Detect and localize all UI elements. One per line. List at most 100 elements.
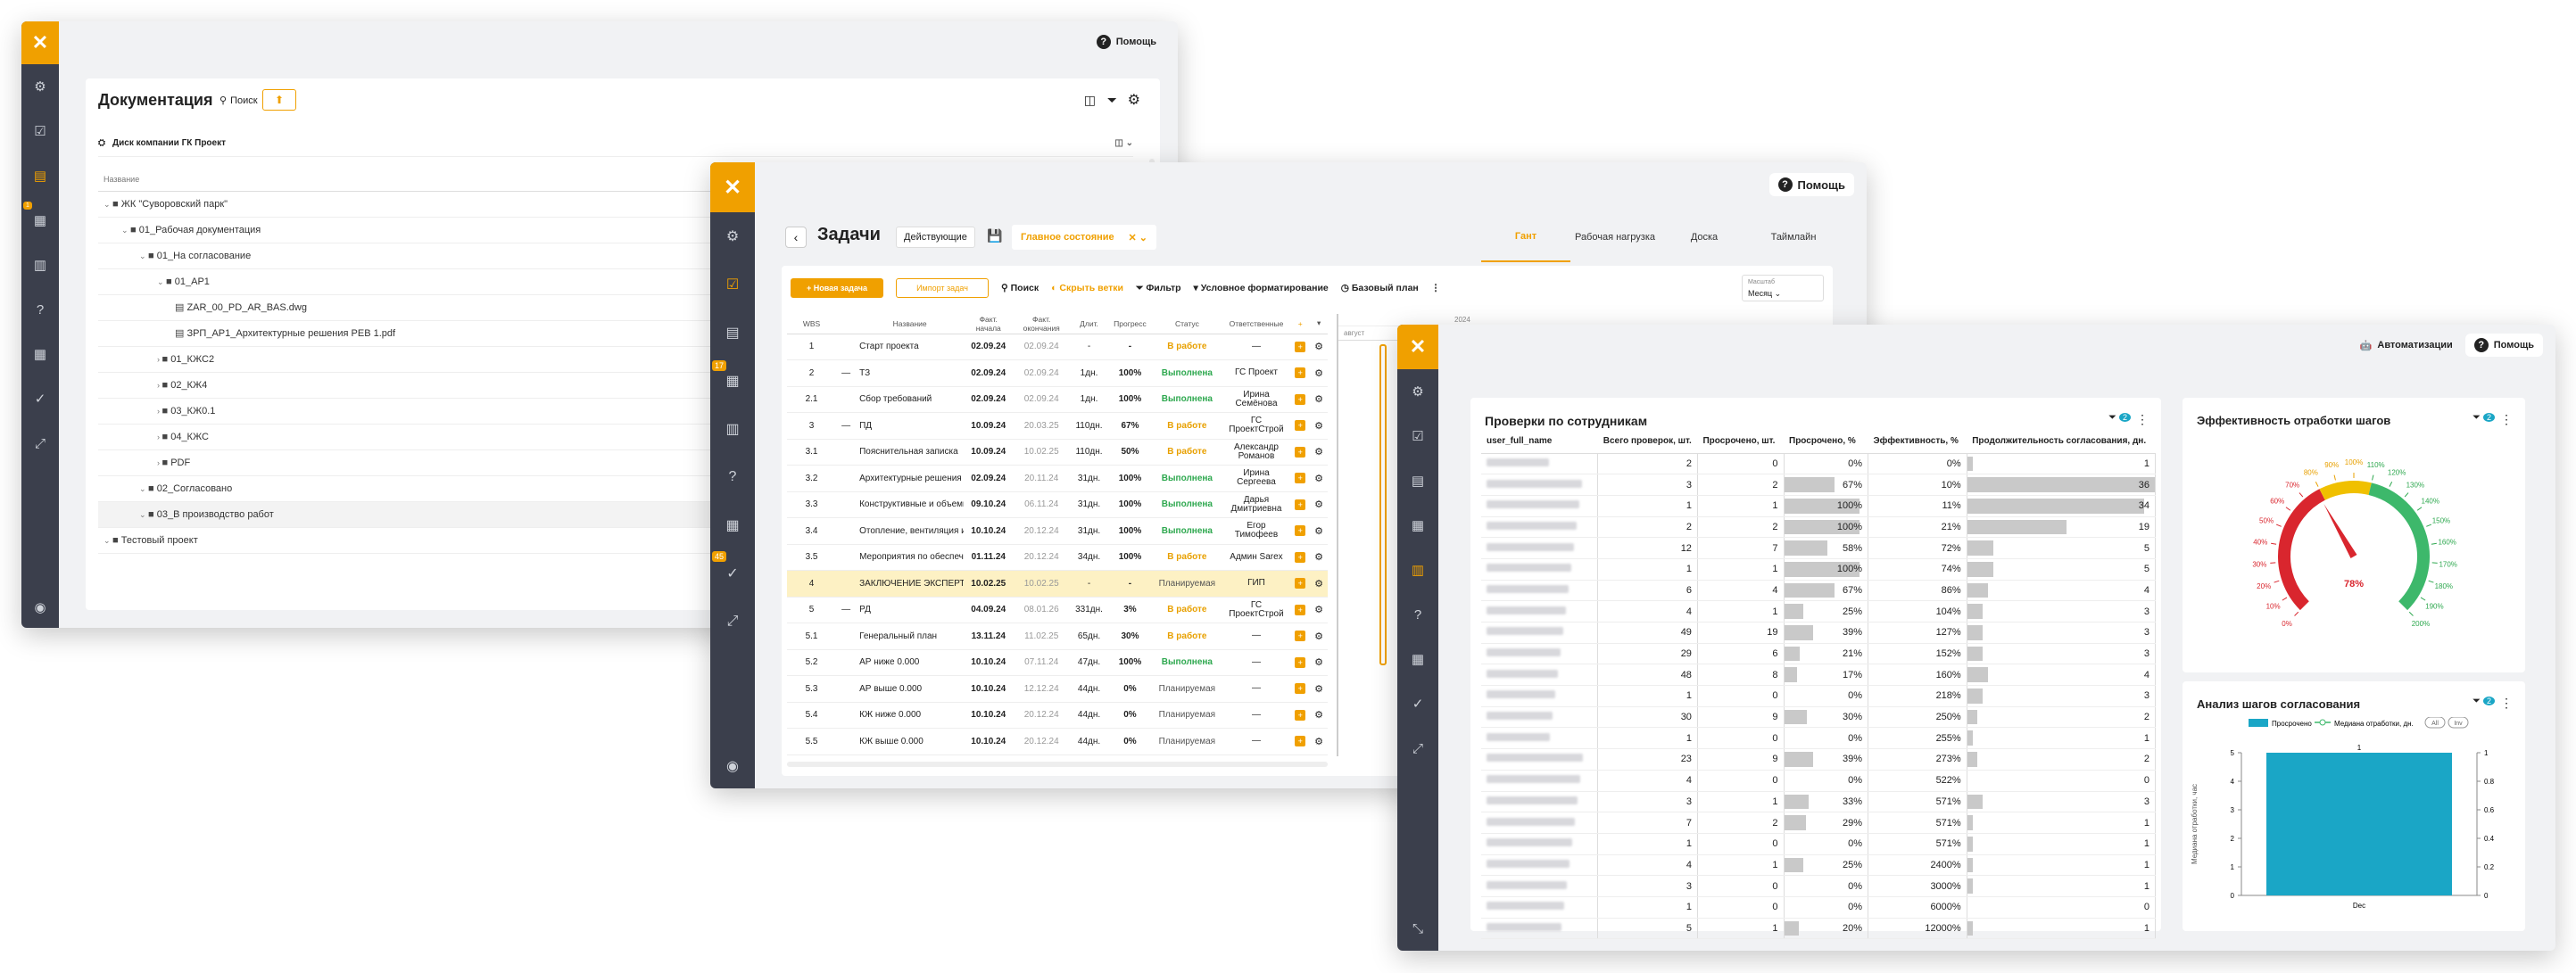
filter-button[interactable]: ⏷ Фильтр bbox=[1136, 283, 1181, 294]
expand-icon[interactable]: ⌄ bbox=[157, 277, 166, 286]
table-row[interactable]: 3.4 Отопление, вентиляция и к 10.10.24 20.1… bbox=[787, 517, 1328, 545]
table-row[interactable]: 5.2 АР ниже 0.000 10.10.24 07.11.24 47дн. 100… bbox=[787, 649, 1328, 676]
nav-table-icon[interactable]: ▦ bbox=[710, 501, 755, 549]
table-row[interactable]: 5— РД 04.09.24 08.01.26 331дн. 3% В работе ГС П… bbox=[787, 597, 1328, 623]
nav-check-icon[interactable]: ✓ bbox=[1397, 681, 1438, 726]
row-action[interactable]: + bbox=[1290, 623, 1311, 650]
table-row[interactable]: 6 4 67% 86% 4 bbox=[1481, 580, 2157, 602]
back-icon[interactable]: ‹ bbox=[785, 227, 807, 248]
row-settings-icon[interactable]: ⚙ bbox=[1310, 386, 1328, 413]
app-logo[interactable]: ✕ bbox=[710, 162, 755, 212]
legend-swatch-overdue[interactable] bbox=[2249, 719, 2268, 727]
column-header[interactable]: Название bbox=[98, 168, 733, 192]
row-action[interactable]: + bbox=[1290, 439, 1311, 466]
task-name[interactable]: Сбор требований bbox=[856, 386, 965, 413]
tab-active[interactable]: Действующие bbox=[896, 227, 975, 248]
table-row[interactable]: 2 2 100% 21% 19 bbox=[1481, 516, 2157, 539]
row-settings-icon[interactable]: ⚙ bbox=[1310, 517, 1328, 545]
new-task-button[interactable]: + Новая задача bbox=[791, 278, 883, 298]
task-name[interactable]: Генеральный план bbox=[856, 623, 965, 650]
table-row[interactable]: 5.4 КЖ ниже 0.000 10.10.24 20.12.24 44дн. 0% П… bbox=[787, 702, 1328, 729]
more-icon[interactable]: ⋮ bbox=[2500, 696, 2513, 711]
conditional-format-button[interactable]: ▾ Условное форматирование bbox=[1194, 283, 1329, 293]
add-icon[interactable]: + bbox=[1295, 499, 1306, 510]
row-settings-icon[interactable]: ⚙ bbox=[1310, 465, 1328, 492]
row-settings-icon[interactable]: ⚙ bbox=[1310, 544, 1328, 571]
add-icon[interactable]: + bbox=[1295, 446, 1306, 458]
more-icon[interactable]: ⋮ bbox=[2136, 412, 2149, 427]
view-tab[interactable]: Рабочая нагрузка bbox=[1570, 212, 1660, 262]
nav-help-icon[interactable]: ? bbox=[710, 453, 755, 501]
add-icon[interactable]: + bbox=[1295, 604, 1306, 615]
nav-tasks-icon[interactable]: ☑ bbox=[21, 109, 59, 153]
column-header[interactable]: Название bbox=[856, 314, 965, 334]
nav-org-icon[interactable]: ⚙ bbox=[710, 212, 755, 260]
task-name[interactable]: Мероприятия по обеспечен bbox=[856, 544, 965, 571]
table-row[interactable]: 23 9 39% 273% 2 bbox=[1481, 748, 2157, 771]
row-action[interactable]: + bbox=[1290, 597, 1311, 623]
column-header[interactable] bbox=[836, 314, 857, 334]
gantt-bar[interactable] bbox=[1379, 344, 1387, 665]
filter-badge[interactable]: ⏷ 2 bbox=[2108, 412, 2131, 424]
automation-button[interactable]: 🤖 Автоматизации bbox=[2360, 340, 2453, 351]
collapse-icon[interactable]: ◫ ⌄ bbox=[1114, 138, 1133, 148]
expand-icon[interactable]: ⌄ bbox=[139, 484, 148, 493]
table-row[interactable]: 48 8 17% 160% 4 bbox=[1481, 664, 2157, 687]
expand-icon[interactable]: ⌄ bbox=[139, 510, 148, 519]
table-row[interactable]: 4ЗАКЛЮЧЕНИЕ ЭКСПЕРТИЗЫ П10.02.2510.02.25… bbox=[787, 570, 1328, 598]
row-settings-icon[interactable]: ⚙ bbox=[1310, 675, 1328, 703]
nav-org-icon[interactable]: ⚙ bbox=[1397, 369, 1438, 414]
table-row[interactable]: 1 1 100% 74% 5 bbox=[1481, 558, 2157, 581]
app-logo[interactable]: ✕ bbox=[1397, 325, 1438, 369]
search-button[interactable]: ⚲ Поиск bbox=[219, 95, 258, 107]
table-row[interactable]: 2 0 0% 0% 1 bbox=[1481, 453, 2157, 475]
table-row[interactable]: 5 1 20% 12000% 1 bbox=[1481, 918, 2157, 940]
table-row[interactable]: 5.5 КЖ выше 0.000 10.10.24 20.12.24 44дн. 0% П… bbox=[787, 728, 1328, 755]
nav-table-icon[interactable]: ▦ bbox=[21, 332, 59, 376]
row-settings-icon[interactable]: ⚙ bbox=[1310, 597, 1328, 623]
task-name[interactable]: Старт проекта bbox=[856, 334, 965, 360]
help-button[interactable]: ? Помощь bbox=[1768, 173, 1854, 196]
more-icon[interactable]: ⋮ bbox=[1431, 283, 1441, 293]
state-select[interactable]: Главное состояние ✕ ⌄ bbox=[1012, 225, 1156, 250]
view-tab[interactable]: Таймлайн bbox=[1749, 212, 1838, 262]
row-action[interactable]: + bbox=[1290, 649, 1311, 676]
table-row[interactable]: 1 0 0% 255% 1 bbox=[1481, 727, 2157, 750]
table-row[interactable]: 49 19 39% 127% 3 bbox=[1481, 622, 2157, 644]
add-icon[interactable]: + bbox=[1295, 656, 1306, 668]
panel-toggle-icon[interactable]: ◫ bbox=[1084, 93, 1096, 108]
add-icon[interactable]: + bbox=[1295, 525, 1306, 537]
table-row[interactable]: 4 1 25% 2400% 1 bbox=[1481, 854, 2157, 877]
add-icon[interactable]: + bbox=[1295, 551, 1306, 563]
column-header[interactable]: Факт. начала bbox=[964, 314, 1014, 334]
add-icon[interactable]: + bbox=[1295, 393, 1306, 405]
nav-docs-icon[interactable]: ▤ bbox=[1397, 458, 1438, 503]
import-tasks-button[interactable]: Импорт задач bbox=[896, 278, 989, 298]
disk-header[interactable]: ⛭ Диск компании ГК Проект ◫ ⌄ bbox=[98, 130, 1133, 157]
row-action[interactable]: + bbox=[1290, 517, 1311, 545]
row-settings-icon[interactable]: ⚙ bbox=[1310, 702, 1328, 729]
table-row[interactable]: 2.1 Сбор требований 02.09.24 02.09.24 1дн. 10… bbox=[787, 386, 1328, 413]
row-settings-icon[interactable]: ⚙ bbox=[1310, 359, 1328, 387]
nav-tasks-icon[interactable]: ☑ bbox=[1397, 414, 1438, 458]
nav-collapse-icon[interactable]: ⤡ bbox=[1397, 915, 1438, 942]
legend-dot-median[interactable] bbox=[2319, 719, 2326, 726]
expand-icon[interactable]: ⌄ bbox=[121, 226, 130, 235]
nav-help-icon[interactable]: ? bbox=[1397, 592, 1438, 637]
nav-docs-icon[interactable]: ▤ bbox=[21, 153, 59, 198]
save-icon[interactable]: 💾 bbox=[987, 228, 1002, 243]
task-name[interactable]: АР выше 0.000 bbox=[856, 675, 965, 703]
nav-expand-icon[interactable]: ⤢ bbox=[1397, 726, 1438, 771]
nav-table-icon[interactable]: ▦ bbox=[1397, 637, 1438, 681]
column-header[interactable]: Факт. окончания bbox=[1013, 314, 1071, 334]
table-row[interactable]: 1 0 0% 571% 1 bbox=[1481, 833, 2157, 855]
table-row[interactable]: 29 6 21% 152% 3 bbox=[1481, 643, 2157, 665]
nav-calendar-icon[interactable]: 1 ▦ bbox=[21, 198, 59, 243]
task-name[interactable]: ЗАКЛЮЧЕНИЕ ЭКСПЕРТИЗЫ П bbox=[856, 570, 965, 598]
column-header[interactable]: Длит. bbox=[1070, 314, 1108, 334]
task-name[interactable]: Пояснительная записка bbox=[856, 439, 965, 466]
nav-help-icon[interactable]: ? bbox=[21, 287, 59, 332]
legend-toggle-label[interactable]: Inv bbox=[2454, 721, 2463, 727]
row-action[interactable]: + bbox=[1290, 544, 1311, 571]
column-header[interactable]: Просрочено, % bbox=[1784, 430, 1868, 454]
